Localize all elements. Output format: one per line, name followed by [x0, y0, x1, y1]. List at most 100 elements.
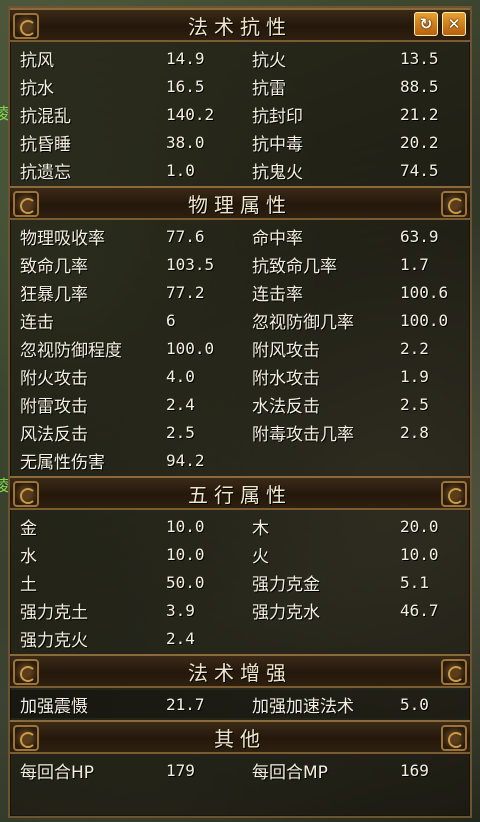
section-title: 法术抗性: [188, 14, 292, 39]
stat-value: 5.1: [400, 572, 429, 592]
stat-value: 20.0: [400, 516, 439, 536]
stat-label: 抗水: [20, 78, 54, 99]
ornament-icon: [13, 725, 39, 751]
stat-rows: 物理吸收率 77.6 命中率 63.9 致命几率 103.5 抗致命几率 1.7 狂暴几率 77.…: [10, 220, 470, 476]
stat-value: 88.5: [400, 76, 439, 96]
ornament-icon: [441, 725, 467, 751]
stat-value: 4.0: [166, 366, 195, 386]
stat-label: 附水攻击: [252, 368, 320, 389]
stat-value: 2.5: [166, 422, 195, 442]
stat-row: 水 10.0 火 10.0: [10, 540, 470, 568]
section-header: 法术增强: [10, 654, 470, 688]
stat-value: 16.5: [166, 76, 205, 96]
stat-label: 抗遗忘: [20, 162, 71, 183]
stat-value: 1.0: [166, 160, 195, 180]
stat-rows: 金 10.0 木 20.0 水 10.0 火 10.0 土 50.0 强力克金 5.1 强力克土 3.9 强…: [10, 510, 470, 654]
stat-value: 10.0: [166, 516, 205, 536]
attribute-panel: ↻ ✕ 法术抗性 抗风 14.9 抗火 13.5 抗水 16.5 抗雷 88.5 抗混乱 140.2…: [8, 6, 472, 818]
window-controls: ↻ ✕: [414, 12, 466, 36]
stat-value: 140.2: [166, 104, 215, 124]
stat-label: 连击: [20, 312, 54, 333]
stat-label: 物理吸收率: [20, 228, 105, 249]
stat-value: 74.5: [400, 160, 439, 180]
stat-row: 狂暴几率 77.2 连击率 100.6: [10, 278, 470, 306]
stat-rows: 加强震慑 21.7 加强加速法术 5.0: [10, 688, 470, 720]
refresh-icon: ↻: [419, 15, 433, 33]
stat-value: 100.0: [166, 338, 215, 358]
stat-label: 忽视防御程度: [20, 340, 122, 361]
stat-label: 抗混乱: [20, 106, 71, 127]
stat-row: 风法反击 2.5 附毒攻击几率 2.8: [10, 418, 470, 446]
stat-row: 无属性伤害 94.2: [10, 446, 470, 474]
stat-row: 抗混乱 140.2 抗封印 21.2: [10, 100, 470, 128]
stat-label: 抗封印: [252, 106, 303, 127]
section-title: 物理属性: [188, 192, 292, 217]
stat-value: 20.2: [400, 132, 439, 152]
stat-value: 94.2: [166, 450, 205, 470]
close-button[interactable]: ✕: [442, 12, 466, 36]
stat-label: 抗火: [252, 50, 286, 71]
stat-value: 2.8: [400, 422, 429, 442]
stat-value: 21.2: [400, 104, 439, 124]
stat-label: 土: [20, 574, 37, 595]
stat-label: 附雷攻击: [20, 396, 88, 417]
ornament-icon: [441, 191, 467, 217]
stat-value: 63.9: [400, 226, 439, 246]
stat-label: 火: [252, 546, 269, 567]
stat-value: 46.7: [400, 600, 439, 620]
stat-row: 致命几率 103.5 抗致命几率 1.7: [10, 250, 470, 278]
stat-label: 强力克火: [20, 630, 88, 651]
stat-value: 10.0: [166, 544, 205, 564]
ornament-icon: [441, 481, 467, 507]
stat-value: 3.9: [166, 600, 195, 620]
stat-label: 风法反击: [20, 424, 88, 445]
stat-label: 水: [20, 546, 37, 567]
stat-label: 木: [252, 518, 269, 539]
stat-value: 10.0: [400, 544, 439, 564]
stat-row: 金 10.0 木 20.0: [10, 512, 470, 540]
stat-label: 狂暴几率: [20, 284, 88, 305]
stat-label: 强力克金: [252, 574, 320, 595]
section-header: 物理属性: [10, 186, 470, 220]
stat-value: 5.0: [400, 694, 429, 714]
stat-value: 2.4: [166, 394, 195, 414]
section: 法术抗性 抗风 14.9 抗火 13.5 抗水 16.5 抗雷 88.5 抗混乱 140.2 抗封印 2…: [10, 8, 470, 186]
stat-value: 38.0: [166, 132, 205, 152]
stat-value: 77.6: [166, 226, 205, 246]
stat-row: 抗水 16.5 抗雷 88.5: [10, 72, 470, 100]
section-header: 法术抗性: [10, 8, 470, 42]
stat-value: 6: [166, 310, 176, 330]
stat-label: 无属性伤害: [20, 452, 105, 473]
stat-rows: 抗风 14.9 抗火 13.5 抗水 16.5 抗雷 88.5 抗混乱 140.2 抗封印 21.2 抗…: [10, 42, 470, 186]
section: 法术增强加强震慑 21.7 加强加速法术 5.0: [10, 654, 470, 720]
stat-row: 加强震慑 21.7 加强加速法术 5.0: [10, 690, 470, 718]
stat-row: 附火攻击 4.0 附水攻击 1.9: [10, 362, 470, 390]
stat-label: 致命几率: [20, 256, 88, 277]
stat-label: 抗中毒: [252, 134, 303, 155]
ornament-icon: [13, 481, 39, 507]
stat-value: 21.7: [166, 694, 205, 714]
stat-label: 水法反击: [252, 396, 320, 417]
section: 物理属性 物理吸收率 77.6 命中率 63.9 致命几率 103.5 抗致命几率 1.7 狂暴几…: [10, 186, 470, 476]
stat-row: 物理吸收率 77.6 命中率 63.9: [10, 222, 470, 250]
stat-label: 每回合MP: [252, 762, 328, 783]
stat-label: 附风攻击: [252, 340, 320, 361]
stat-row: 忽视防御程度 100.0 附风攻击 2.2: [10, 334, 470, 362]
stat-label: 附毒攻击几率: [252, 424, 354, 445]
section-header: 其他: [10, 720, 470, 754]
stat-value: 2.2: [400, 338, 429, 358]
stat-label: 抗风: [20, 50, 54, 71]
stat-value: 100.0: [400, 310, 449, 330]
stat-label: 抗鬼火: [252, 162, 303, 183]
stat-value: 2.5: [400, 394, 429, 414]
section-title: 五行属性: [188, 482, 292, 507]
stat-rows: 每回合HP 179 每回合MP 169: [10, 754, 470, 786]
ornament-icon: [13, 659, 39, 685]
stat-label: 强力克土: [20, 602, 88, 623]
stat-value: 169: [400, 760, 429, 780]
section-title: 法术增强: [188, 660, 292, 685]
stat-row: 连击 6 忽视防御几率 100.0: [10, 306, 470, 334]
stat-label: 抗昏睡: [20, 134, 71, 155]
refresh-button[interactable]: ↻: [414, 12, 438, 36]
stat-value: 14.9: [166, 48, 205, 68]
